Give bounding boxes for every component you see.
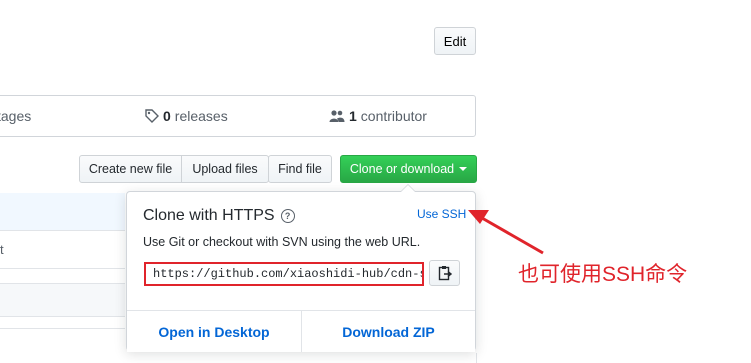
annotation-arrow	[468, 210, 544, 255]
annotation-text: 也可使用SSH命令	[518, 263, 688, 286]
